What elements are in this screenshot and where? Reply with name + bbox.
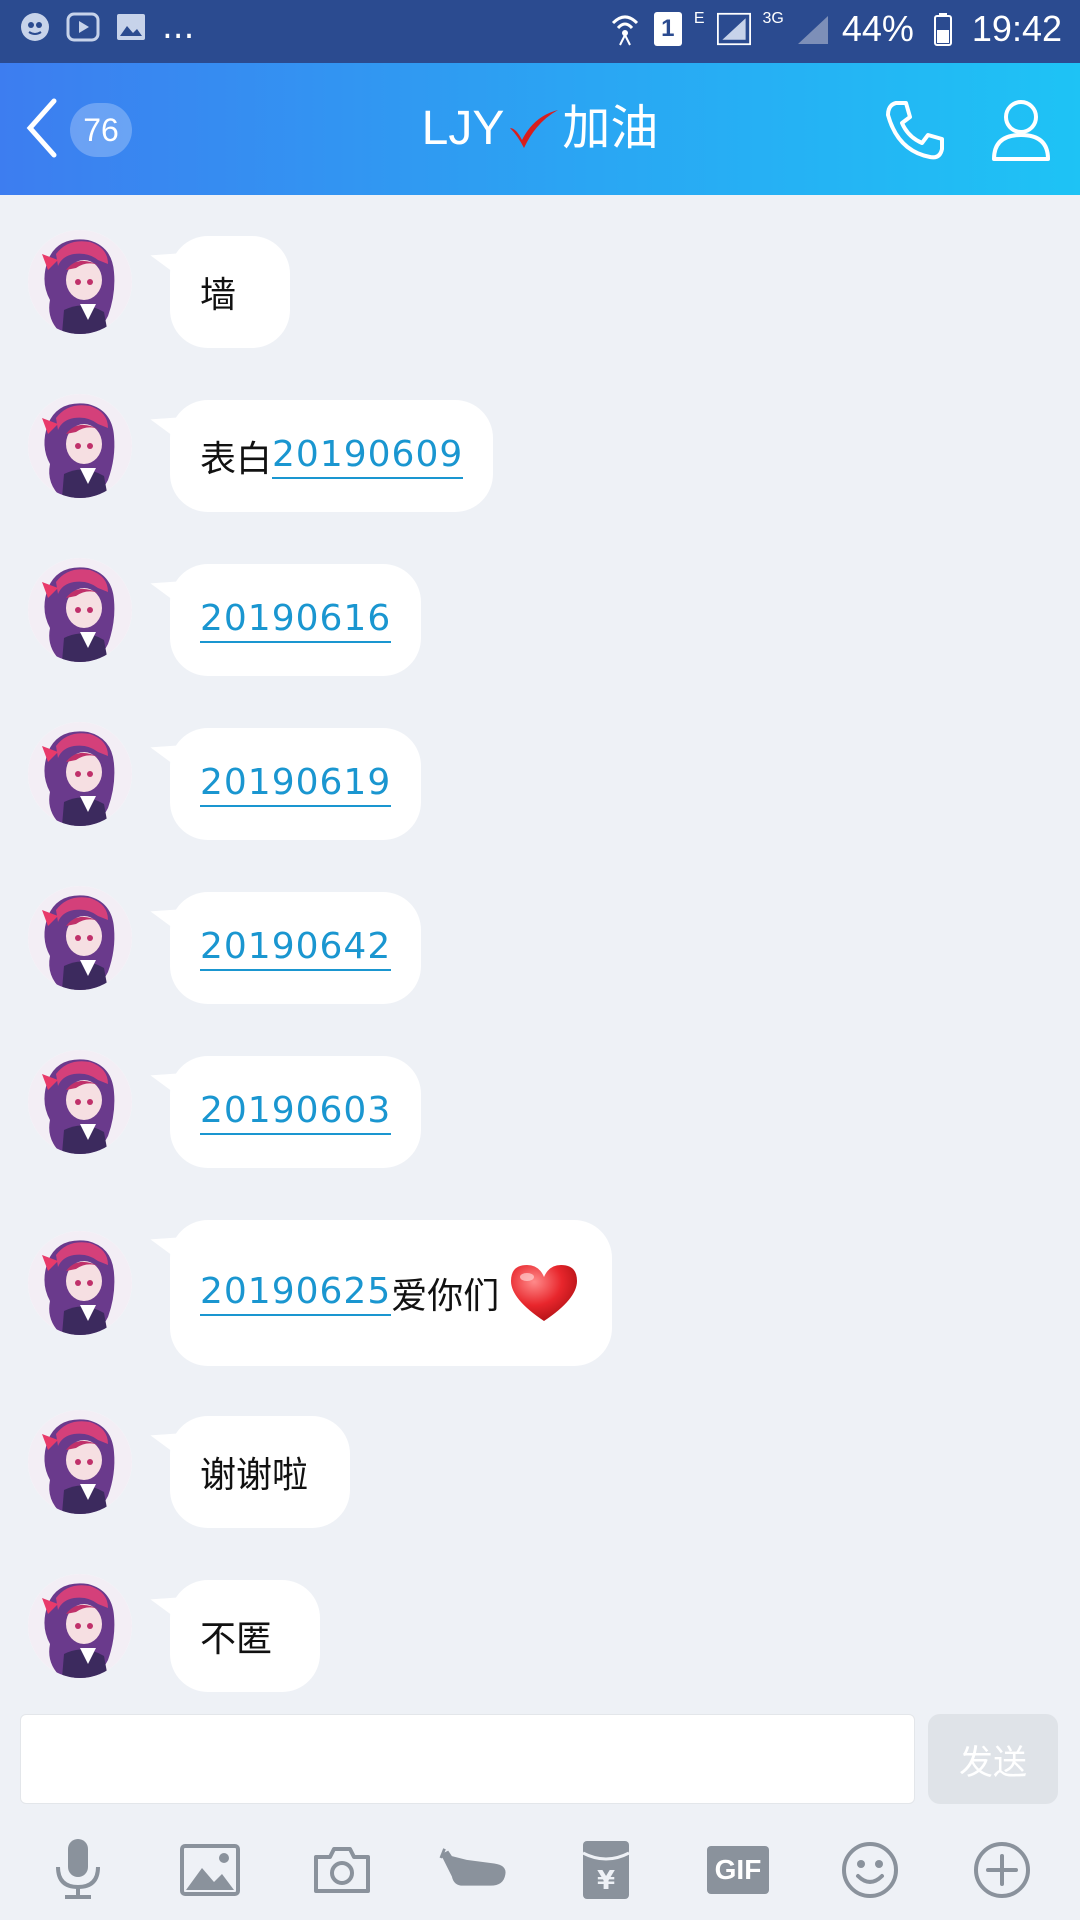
sender-avatar[interactable] xyxy=(28,722,132,826)
image-icon xyxy=(114,10,148,44)
message-link[interactable]: 20190616 xyxy=(200,598,392,643)
user-icon xyxy=(992,100,1050,161)
mic-icon[interactable] xyxy=(43,1835,113,1905)
battery-percent: 44% xyxy=(841,8,914,49)
camera-icon[interactable] xyxy=(307,1835,377,1905)
wifi-hotspot-icon xyxy=(608,12,642,46)
sender-avatar[interactable] xyxy=(28,1050,132,1154)
message-bubble[interactable]: 20190603 xyxy=(170,1056,422,1168)
send-button[interactable]: 发送 xyxy=(928,1714,1058,1804)
message-row: 20190603 xyxy=(0,1048,1080,1168)
heart-icon xyxy=(507,1261,581,1325)
status-bar: ... 1 E 3G 44% 19:42 xyxy=(0,0,1080,63)
chat-header: 76 LJY 加油 xyxy=(0,63,1080,195)
sender-avatar[interactable] xyxy=(28,394,132,498)
message-row: 表白 20190609 xyxy=(0,392,1080,512)
phone-call-button[interactable] xyxy=(882,97,948,163)
sender-avatar[interactable] xyxy=(28,1231,132,1335)
message-text: 谢谢啦 xyxy=(200,1455,309,1496)
message-text: 不匿 xyxy=(200,1619,273,1660)
clock: 19:42 xyxy=(971,8,1062,49)
message-bubble[interactable]: 20190625 爱你们 xyxy=(170,1220,612,1366)
sender-avatar[interactable] xyxy=(28,1574,132,1678)
red-packet-icon[interactable]: ¥ xyxy=(571,1835,641,1905)
composer-toolbar: ¥ GIF xyxy=(0,1820,1080,1920)
message-link[interactable]: 20190603 xyxy=(200,1090,392,1135)
message-row: 20190642 xyxy=(0,884,1080,1004)
message-row: 墙 xyxy=(0,228,1080,348)
message-input[interactable] xyxy=(20,1714,915,1804)
image-icon[interactable] xyxy=(175,1835,245,1905)
plus-icon[interactable] xyxy=(967,1835,1037,1905)
message-bubble[interactable]: 20190619 xyxy=(170,728,422,840)
gif-icon[interactable]: GIF xyxy=(703,1835,773,1905)
message-bubble[interactable]: 谢谢啦 xyxy=(170,1416,350,1528)
message-row: 20190616 xyxy=(0,556,1080,676)
sender-avatar[interactable] xyxy=(28,1410,132,1514)
battery-icon xyxy=(926,12,960,46)
network-e-label: E xyxy=(693,10,705,27)
phone-icon xyxy=(886,101,944,160)
message-row: 20190619 xyxy=(0,720,1080,840)
message-row: 不匿 xyxy=(0,1572,1080,1692)
sender-avatar[interactable] xyxy=(28,886,132,990)
chat-title-suffix: 加油 xyxy=(562,102,659,155)
message-text: 表白 xyxy=(200,439,273,480)
network-3g-label: 3G xyxy=(762,10,784,27)
message-text: 爱你们 xyxy=(391,1276,500,1317)
sender-avatar[interactable] xyxy=(28,230,132,334)
message-bubble[interactable]: 20190642 xyxy=(170,892,422,1004)
composer: 发送 xyxy=(0,1700,1080,1820)
message-link[interactable]: 20190609 xyxy=(272,434,464,479)
video-icon xyxy=(66,10,100,44)
message-bubble[interactable]: 表白 20190609 xyxy=(170,400,494,512)
message-row: 谢谢啦 xyxy=(0,1408,1080,1528)
profile-button[interactable] xyxy=(990,97,1052,163)
poke-icon[interactable] xyxy=(439,1835,509,1905)
message-link[interactable]: 20190625 xyxy=(200,1271,392,1316)
svg-text:¥: ¥ xyxy=(597,1866,615,1896)
baidu-icon xyxy=(18,10,52,44)
message-bubble[interactable]: 墙 xyxy=(170,236,290,348)
message-bubble[interactable]: 20190616 xyxy=(170,564,422,676)
signal-icon xyxy=(716,12,751,46)
message-link[interactable]: 20190642 xyxy=(200,926,392,971)
sender-avatar[interactable] xyxy=(28,558,132,662)
red-check-icon xyxy=(506,106,560,150)
message-text: 墙 xyxy=(200,275,237,316)
signal-weak-icon xyxy=(796,12,830,46)
message-bubble[interactable]: 不匿 xyxy=(170,1580,320,1692)
gif-label: GIF xyxy=(707,1846,769,1894)
emoji-icon[interactable] xyxy=(835,1835,905,1905)
message-row: 20190625 爱你们 xyxy=(0,1212,1080,1366)
chat-title-prefix: LJY xyxy=(421,102,505,155)
sim-icon: 1 xyxy=(653,12,682,46)
more-notifications: ... xyxy=(162,7,195,47)
message-link[interactable]: 20190619 xyxy=(200,762,392,807)
